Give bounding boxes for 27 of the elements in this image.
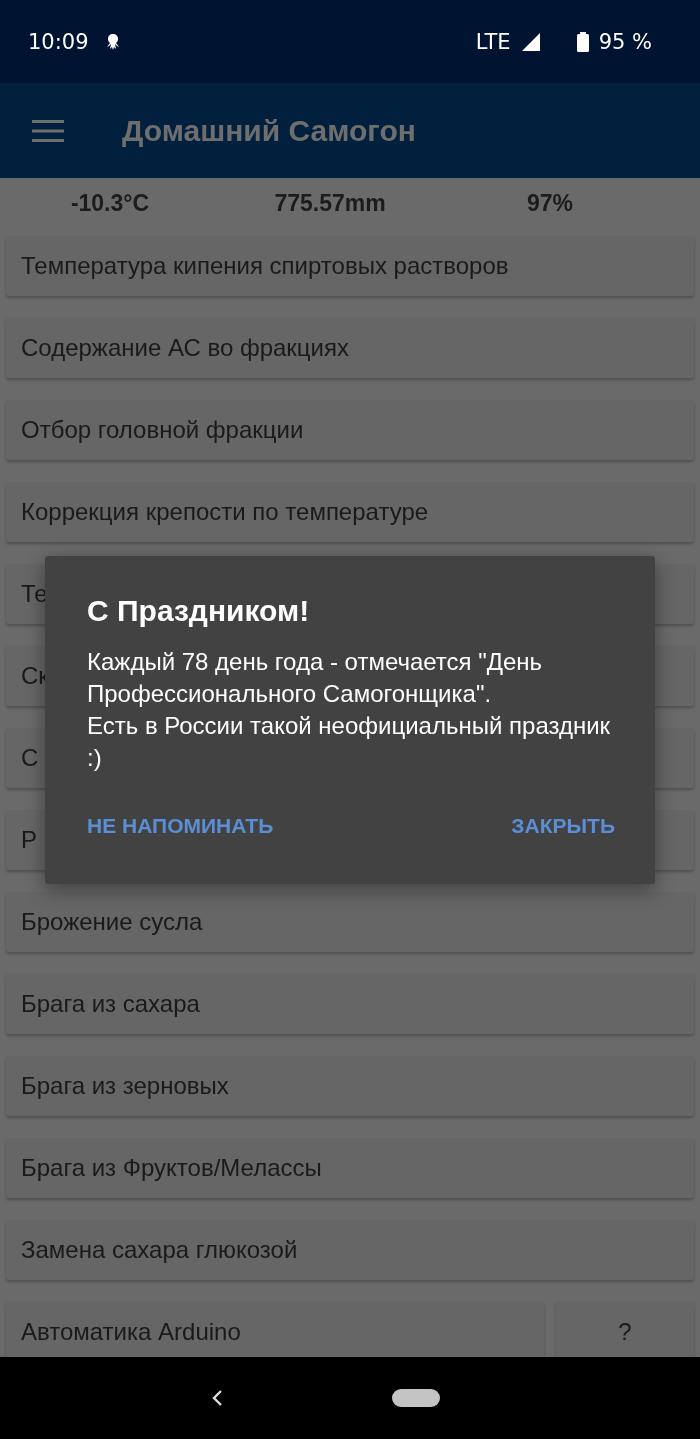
network-label: LTE xyxy=(475,29,511,54)
close-button[interactable]: ЗАКРЫТЬ xyxy=(511,814,615,838)
dialog-message: Каждый 78 день года - отмечается "День Профессионального Самогонщика". Есть в России такой неофициальный праздник :) xyxy=(87,647,612,773)
menu-item-button[interactable]: Температура кипения спиртовых растворов xyxy=(6,236,694,296)
app-title: Домашний Самогон xyxy=(122,113,416,148)
menu-item-button[interactable]: Отбор головной фракции xyxy=(6,400,694,460)
menu-item-button[interactable]: Коррекция крепости по температуре xyxy=(6,482,694,542)
menu-icon[interactable] xyxy=(32,119,64,142)
menu-item-button[interactable]: Брожение сусла xyxy=(6,892,694,952)
temperature-reading: -10.3°C xyxy=(69,189,151,217)
menu-item-button[interactable]: Брага из зерновых xyxy=(6,1056,694,1116)
menu-item-button[interactable]: Содержание АС во фракциях xyxy=(6,318,694,378)
dialog-title: С Праздником! xyxy=(87,594,311,628)
menu-item-button[interactable]: Замена сахара глюкозой xyxy=(6,1220,694,1280)
battery-icon xyxy=(576,31,589,52)
menu-item-button[interactable]: Автоматика Arduino xyxy=(6,1302,544,1357)
status-time: 10:09 xyxy=(28,29,89,54)
pressure-reading: 775.57mm xyxy=(273,189,387,217)
help-button[interactable]: ? xyxy=(556,1302,694,1357)
signal-icon xyxy=(520,31,541,52)
menu-item-button[interactable]: Брага из сахара xyxy=(6,974,694,1034)
battery-percent: 95 % xyxy=(598,29,652,54)
menu-item-button[interactable]: Брага из Фруктов/Мелассы xyxy=(6,1138,694,1198)
humidity-reading: 97% xyxy=(525,189,574,217)
dont-remind-button[interactable]: НЕ НАПОМИНАТЬ xyxy=(87,814,274,838)
home-pill[interactable] xyxy=(392,1389,440,1407)
back-icon[interactable] xyxy=(210,1388,224,1408)
